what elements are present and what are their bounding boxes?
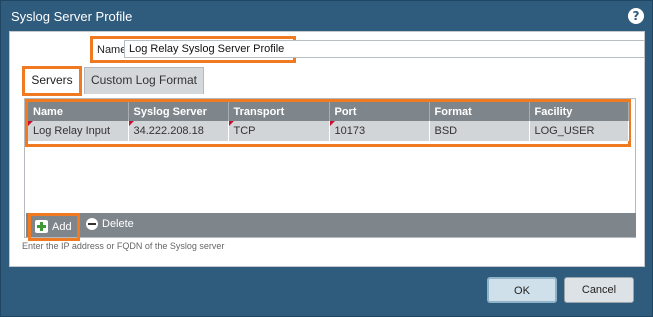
modified-flag-icon — [128, 121, 134, 126]
cell-name-text: Log Relay Input — [33, 125, 111, 137]
modified-flag-icon — [329, 121, 335, 126]
syslog-server-profile-dialog: Syslog Server Profile ? Name Log Relay S… — [0, 0, 653, 317]
add-label: Add — [52, 221, 72, 233]
servers-table: Name Syslog Server Transport Port Format… — [28, 102, 629, 141]
tab-custom-log-format[interactable]: Custom Log Format — [84, 67, 204, 94]
cell-syslog-server-text: 34.222.208.18 — [133, 125, 204, 137]
column-header-transport[interactable]: Transport — [228, 102, 330, 121]
cell-port-text: 10173 — [334, 125, 366, 137]
cell-transport-text: TCP — [233, 125, 256, 137]
help-icon[interactable]: ? — [628, 8, 644, 24]
hint-text: Enter the IP address or FQDN of the Sysl… — [22, 241, 225, 251]
cell-format[interactable]: BSD — [429, 121, 530, 141]
column-header-syslog-server[interactable]: Syslog Server — [128, 102, 229, 121]
delete-button[interactable]: Delete — [86, 217, 136, 233]
column-header-facility[interactable]: Facility — [529, 102, 629, 121]
cell-name[interactable]: Log Relay Input — [28, 121, 129, 141]
dialog-body: Name Log Relay Syslog Server Profile Ser… — [9, 31, 645, 267]
servers-table-highlight: Name Syslog Server Transport Port Format… — [25, 99, 631, 147]
cancel-button[interactable]: Cancel — [564, 277, 634, 303]
delete-label: Delete — [102, 218, 134, 230]
ok-button[interactable]: OK — [487, 277, 557, 303]
dialog-titlebar: Syslog Server Profile ? — [1, 1, 652, 31]
cell-facility[interactable]: LOG_USER — [529, 121, 629, 141]
modified-flag-icon — [28, 121, 33, 126]
cell-syslog-server[interactable]: 34.222.208.18 — [128, 121, 229, 141]
tab-bar: Servers Custom Log Format — [16, 66, 640, 96]
plus-icon — [35, 220, 48, 233]
name-input[interactable]: Log Relay Syslog Server Profile — [124, 40, 645, 58]
name-label: Name — [97, 44, 127, 56]
cell-format-text: BSD — [434, 125, 458, 137]
column-header-name[interactable]: Name — [28, 102, 129, 121]
cell-port[interactable]: 10173 — [329, 121, 430, 141]
grid-toolbar: Add Delete — [26, 213, 636, 241]
dialog-title: Syslog Server Profile — [11, 9, 133, 24]
cell-facility-text: LOG_USER — [534, 125, 595, 137]
column-header-port[interactable]: Port — [329, 102, 430, 121]
tab-servers[interactable]: Servers — [22, 66, 82, 96]
minus-icon — [86, 218, 98, 230]
add-button[interactable]: Add — [28, 213, 80, 241]
table-header-row: Name Syslog Server Transport Port Format… — [28, 102, 629, 121]
table-row[interactable]: Log Relay Input 34.222.208.18 TCP 10173 … — [28, 121, 629, 141]
modified-flag-icon — [228, 121, 234, 126]
cell-transport[interactable]: TCP — [228, 121, 330, 141]
column-header-format[interactable]: Format — [429, 102, 530, 121]
servers-grid: Name Syslog Server Transport Port Format… — [24, 98, 636, 241]
